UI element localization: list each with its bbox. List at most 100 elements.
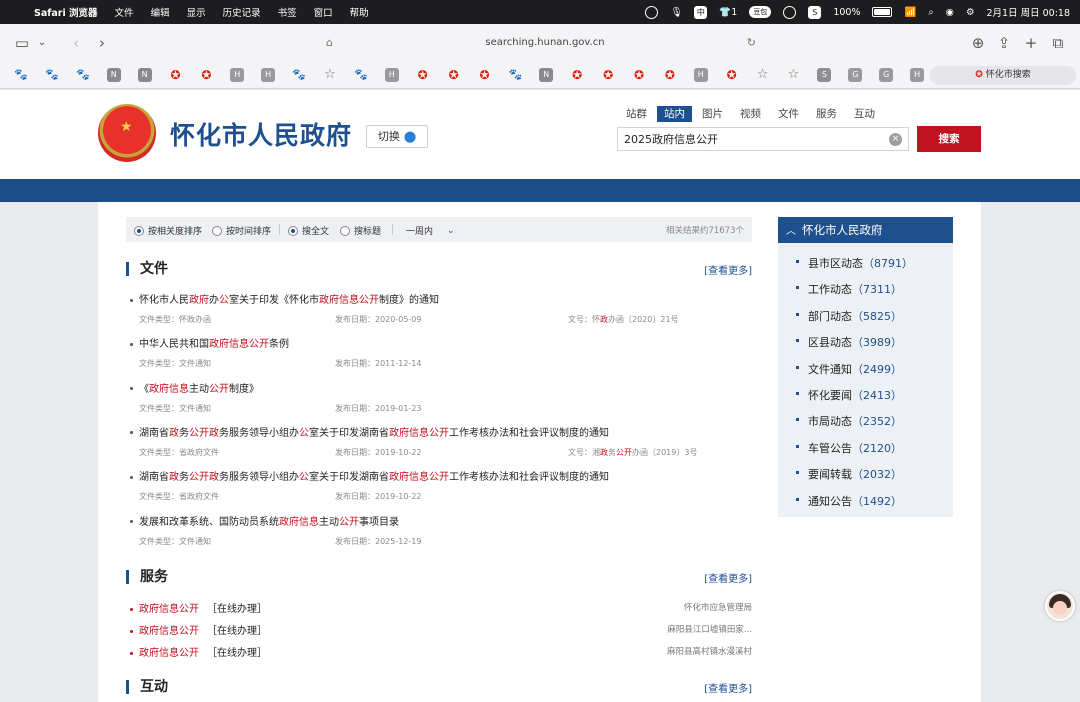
- favorite-n-icon[interactable]: N: [106, 68, 121, 82]
- input-method-icon[interactable]: 中: [694, 5, 708, 19]
- tab-overview-icon[interactable]: ⧉: [1048, 33, 1068, 53]
- spotlight-icon[interactable]: ⌕: [928, 7, 933, 18]
- sidebar-category-label[interactable]: 要闻转载: [808, 468, 852, 481]
- file-result-title[interactable]: 《政府信息主动公开制度》: [130, 380, 259, 395]
- favorite-emb-icon[interactable]: ✪: [570, 68, 584, 82]
- assistant-avatar[interactable]: [1045, 591, 1075, 621]
- favorite-s-icon[interactable]: S: [817, 68, 832, 82]
- address-bar[interactable]: ⌂ searching.hunan.gov.cn ↻: [326, 32, 760, 54]
- wifi-icon[interactable]: 📶: [904, 7, 916, 18]
- app-s-icon[interactable]: S: [808, 5, 822, 19]
- time-range-select[interactable]: 一周内 ⌄: [406, 224, 455, 238]
- tab-group-chevron-icon[interactable]: ⌄: [32, 33, 52, 53]
- sidebar-category-label[interactable]: 部门动态: [808, 310, 852, 323]
- sidebar-category-label[interactable]: 车管公告: [808, 442, 852, 455]
- more-services-link[interactable]: [查看更多]: [704, 570, 752, 585]
- file-result-title[interactable]: 怀化市人民政府办公室关于印发《怀化市政府信息公开制度》的通知: [130, 291, 439, 306]
- file-result-title[interactable]: 发展和改革系统、国防动员系统政府信息主动公开事项目录: [130, 513, 399, 528]
- service-item[interactable]: 政府信息公开 ［在线办理］: [130, 644, 267, 659]
- doubao-pill[interactable]: 豆包: [749, 6, 772, 18]
- clock[interactable]: 2月1日 周日 00:18: [986, 5, 1070, 19]
- favorite-paw-icon[interactable]: 🐾: [45, 68, 59, 82]
- sidebar-header[interactable]: ︿ 怀化市人民政府: [778, 217, 953, 243]
- file-result-title[interactable]: 湖南省政务公开政务服务领导小组办公室关于印发湖南省政府信息公开工作考核办法和社会…: [130, 468, 609, 483]
- tab-images[interactable]: 图片: [695, 106, 730, 122]
- sidebar-category-item[interactable]: 部门动态（5825）: [796, 308, 902, 324]
- favorite-paw-icon[interactable]: 🐾: [354, 68, 368, 82]
- sidebar-category-label[interactable]: 工作动态: [808, 283, 852, 296]
- menu-help[interactable]: 帮助: [350, 5, 369, 19]
- downloads-icon[interactable]: ⊕: [968, 33, 988, 53]
- sidebar-category-label[interactable]: 通知公告: [808, 495, 852, 508]
- sidebar-category-item[interactable]: 工作动态（7311）: [796, 281, 902, 297]
- menu-window[interactable]: 窗口: [314, 5, 333, 19]
- more-interact-link[interactable]: [查看更多]: [704, 680, 752, 695]
- sidebar-category-item[interactable]: 文件通知（2499）: [796, 361, 902, 377]
- favorite-paw-icon[interactable]: 🐾: [14, 68, 28, 82]
- switch-region-button[interactable]: 切换 ⬤: [366, 125, 428, 148]
- file-result-title[interactable]: 中华人民共和国政府信息公开条例: [130, 335, 289, 350]
- fav-huaihua-search[interactable]: ✪ 怀化市搜索: [930, 66, 1076, 85]
- siri-icon[interactable]: ◉: [946, 7, 954, 18]
- favorite-star-icon[interactable]: ☆: [787, 68, 801, 82]
- favorite-paw-icon[interactable]: 🐾: [76, 68, 90, 82]
- chevron-down-icon[interactable]: ⌄: [447, 226, 455, 236]
- sort-time-option[interactable]: 按时间排序: [212, 224, 271, 237]
- site-name[interactable]: 怀化市人民政府: [170, 116, 352, 152]
- favorite-h-icon[interactable]: H: [910, 68, 925, 82]
- radio-checked-icon[interactable]: [288, 225, 298, 236]
- tab-files[interactable]: 文件: [771, 106, 806, 122]
- favorite-emb-icon[interactable]: ✪: [416, 68, 430, 82]
- tab-zhannei[interactable]: 站内: [657, 106, 692, 122]
- radio-icon[interactable]: [340, 225, 350, 236]
- sidebar-category-item[interactable]: 要闻转载（2032）: [796, 466, 902, 482]
- favorite-g-icon[interactable]: G: [848, 68, 863, 82]
- sidebar-category-label[interactable]: 怀化要闻: [808, 389, 852, 402]
- favorite-emb-icon[interactable]: ✪: [478, 68, 492, 82]
- menu-history[interactable]: 历史记录: [223, 5, 261, 19]
- menu-file[interactable]: 文件: [115, 5, 134, 19]
- favorite-emb-icon[interactable]: ✪: [601, 68, 615, 82]
- sort-relevance-option[interactable]: 按相关度排序: [134, 224, 202, 237]
- search-fulltext-option[interactable]: 搜全文: [288, 224, 329, 237]
- search-title-option[interactable]: 搜标题: [340, 224, 381, 237]
- chevron-up-icon[interactable]: ︿: [786, 219, 796, 245]
- service-name[interactable]: 政府信息公开: [139, 626, 199, 637]
- menu-edit[interactable]: 编辑: [151, 5, 170, 19]
- favorite-emb-icon[interactable]: ✪: [663, 68, 677, 82]
- radio-checked-icon[interactable]: [134, 225, 144, 236]
- sidebar-category-label[interactable]: 文件通知: [808, 363, 852, 376]
- service-item[interactable]: 政府信息公开 ［在线办理］: [130, 600, 267, 615]
- favorite-h-icon[interactable]: H: [230, 68, 245, 82]
- sidebar-category-label[interactable]: 区县动态: [808, 336, 852, 349]
- service-tag[interactable]: ［在线办理］: [207, 648, 267, 659]
- favorite-star-icon[interactable]: ☆: [756, 68, 770, 82]
- sidebar-category-item[interactable]: 县市区动态（8791）: [796, 255, 913, 271]
- record-icon[interactable]: [645, 5, 659, 19]
- tab-interact[interactable]: 互动: [847, 106, 882, 122]
- sidebar-category-label[interactable]: 市局动态: [808, 415, 852, 428]
- menu-bookmarks[interactable]: 书签: [278, 5, 297, 19]
- service-name[interactable]: 政府信息公开: [139, 648, 199, 659]
- service-tag[interactable]: ［在线办理］: [207, 626, 267, 637]
- control-center-icon[interactable]: ⚙: [966, 7, 975, 18]
- sidebar-category-item[interactable]: 市局动态（2352）: [796, 413, 902, 429]
- favorite-emb-icon[interactable]: ✪: [632, 68, 646, 82]
- shirt-badge[interactable]: 👕1: [719, 7, 737, 18]
- favorite-star-icon[interactable]: ☆: [323, 68, 337, 82]
- radio-icon[interactable]: [212, 225, 222, 236]
- mic-icon[interactable]: 🎙: [670, 7, 682, 18]
- tab-zhanqun[interactable]: 站群: [619, 106, 654, 122]
- tab-services[interactable]: 服务: [809, 106, 844, 122]
- battery-icon[interactable]: [872, 7, 893, 17]
- favorite-n-icon[interactable]: N: [137, 68, 152, 82]
- clear-search-icon[interactable]: ×: [889, 133, 902, 146]
- page-menu-icon[interactable]: ⌂: [326, 32, 333, 54]
- forward-icon[interactable]: ›: [92, 33, 112, 53]
- more-files-link[interactable]: [查看更多]: [704, 262, 752, 277]
- favorite-paw-icon[interactable]: 🐾: [292, 68, 306, 82]
- service-name[interactable]: 政府信息公开: [139, 604, 199, 615]
- favorite-paw-icon[interactable]: 🐾: [508, 68, 523, 82]
- service-tag[interactable]: ［在线办理］: [207, 604, 267, 615]
- new-tab-icon[interactable]: +: [1021, 33, 1041, 53]
